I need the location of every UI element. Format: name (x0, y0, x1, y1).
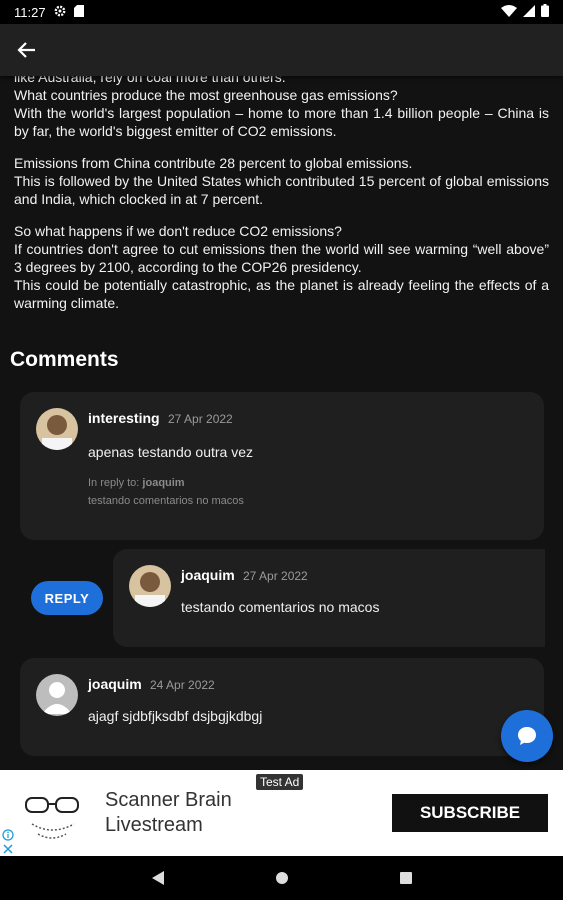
comment-date: 27 Apr 2022 (243, 569, 308, 583)
battery-icon (541, 4, 549, 20)
article-line: What countries produce the most greenhou… (14, 87, 398, 103)
avatar (129, 565, 171, 607)
comment-author[interactable]: joaquim (88, 676, 142, 692)
ad-title[interactable]: Scanner Brain Livestream (105, 788, 305, 838)
arrow-back-icon (17, 42, 35, 58)
triangle-back-icon (151, 871, 164, 885)
reply-to-author: joaquim (142, 477, 185, 489)
reply-to-text: testando comentarios no macos (88, 495, 244, 507)
content-area[interactable]: like Australia, rely on coal more than o… (0, 76, 563, 770)
article-line: Emissions from China contribute 28 perce… (14, 155, 413, 171)
settings-icon (54, 5, 66, 20)
ad-image (18, 784, 88, 846)
comment-date: 27 Apr 2022 (168, 412, 233, 426)
comment-card[interactable]: joaquim 24 Apr 2022 ajagf sjdbfjksdbf ds… (20, 658, 544, 756)
comment-text: apenas testando outra vez (88, 444, 254, 460)
reply-to-prefix: In reply to: (88, 477, 140, 489)
app-bar (0, 24, 563, 76)
navigation-bar (0, 856, 563, 900)
article-line: This is followed by the United States wh… (14, 173, 549, 207)
comment-fab[interactable] (501, 710, 553, 762)
nav-home-button[interactable] (270, 866, 294, 890)
ad-info-icon[interactable] (2, 828, 14, 841)
article-line: So what happens if we don't reduce CO2 e… (14, 223, 342, 239)
wifi-icon (501, 4, 517, 20)
article-line: If countries don't agree to cut emission… (14, 241, 549, 275)
article-paragraph: Emissions from China contribute 28 perce… (14, 154, 549, 208)
reply-context: In reply to: joaquim testando comentario… (88, 474, 244, 510)
article-paragraph: So what happens if we don't reduce CO2 e… (14, 222, 549, 312)
back-button[interactable] (14, 37, 40, 63)
comment-card[interactable]: interesting 27 Apr 2022 apenas testando … (20, 392, 544, 540)
status-time: 11:27 (14, 4, 46, 20)
comments-title: Comments (10, 348, 119, 371)
square-recents-icon (399, 872, 412, 884)
subscribe-button[interactable]: SUBSCRIBE (392, 794, 548, 832)
chat-bubble-icon (518, 727, 536, 745)
sd-card-icon (73, 4, 84, 20)
comment-card-nested[interactable]: joaquim 27 Apr 2022 testando comentarios… (113, 549, 545, 647)
article-line: This could be potentially catastrophic, … (14, 277, 549, 311)
reply-button[interactable]: REPLY (31, 581, 103, 615)
comment-date: 24 Apr 2022 (150, 678, 215, 692)
circle-home-icon (275, 872, 288, 884)
article-paragraph: like Australia, rely on coal more than o… (14, 76, 549, 140)
comment-author[interactable]: interesting (88, 410, 160, 426)
article-line: With the world's largest population – ho… (14, 105, 549, 139)
avatar (36, 408, 78, 450)
comment-text: testando comentarios no macos (181, 599, 380, 615)
comment-author[interactable]: joaquim (181, 567, 235, 583)
article-line: like Australia, rely on coal more than o… (14, 76, 286, 85)
nav-recents-button[interactable] (394, 866, 418, 890)
article-body: like Australia, rely on coal more than o… (14, 76, 549, 326)
comment-text: ajagf sjdbfjksdbf dsjbgjkdbgj (88, 708, 263, 724)
status-bar: 11:27 (0, 0, 563, 24)
avatar (36, 674, 78, 716)
ad-close-icon[interactable] (2, 842, 14, 854)
nav-back-button[interactable] (146, 866, 170, 890)
ad-banner[interactable]: Test Ad Scanner Brain Livestream SUBSCRI… (0, 770, 563, 856)
signal-icon (523, 4, 535, 20)
